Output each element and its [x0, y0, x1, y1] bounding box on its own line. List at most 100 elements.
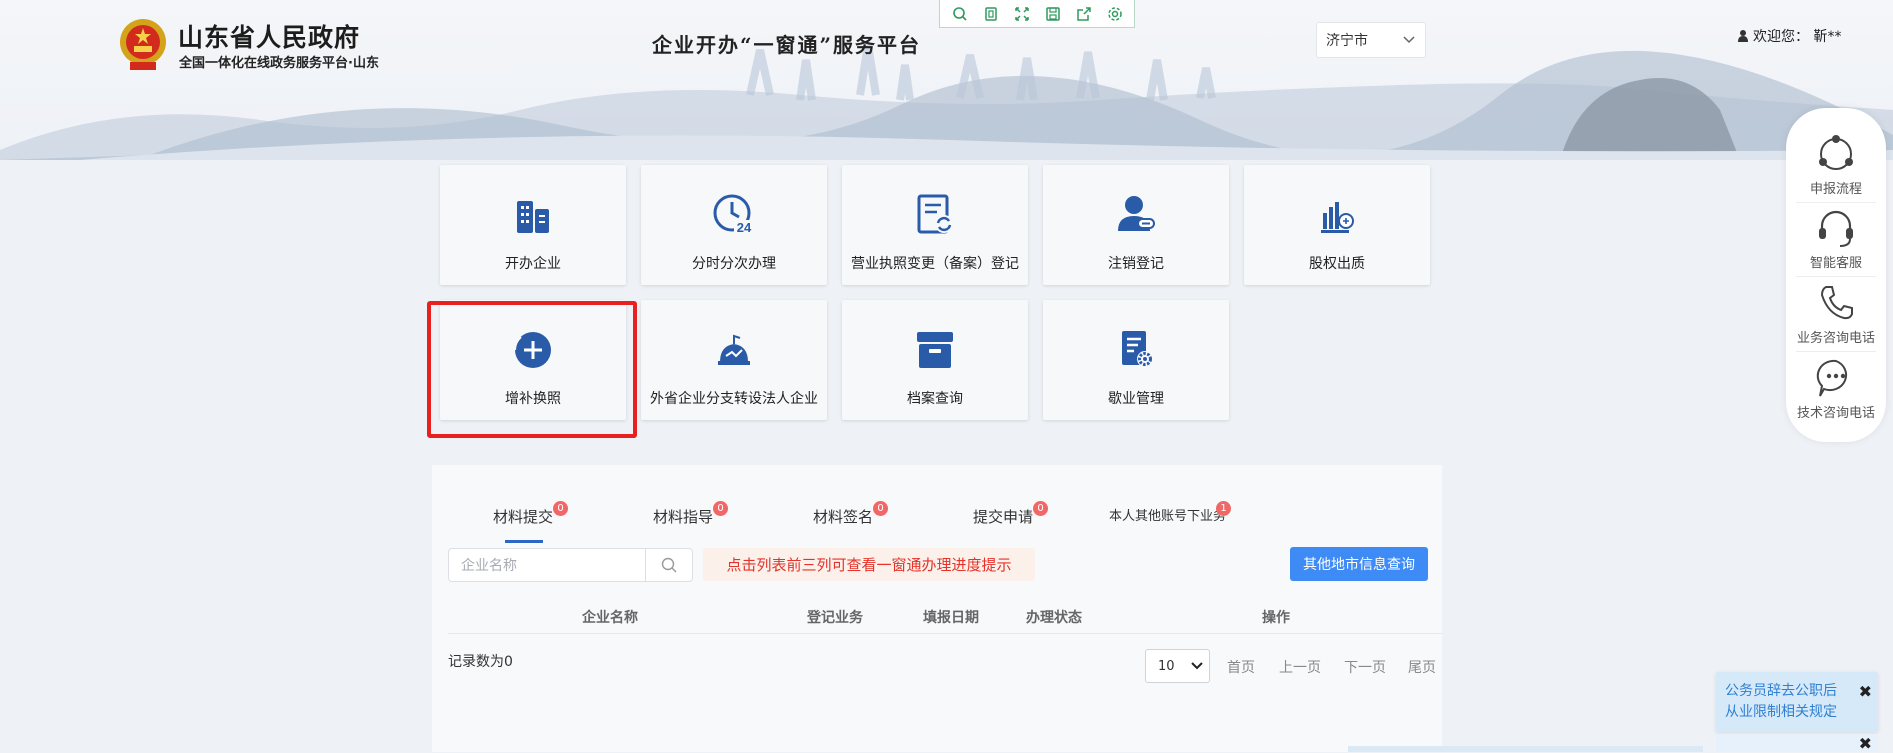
- branch-move-icon: [718, 334, 750, 365]
- search-icon[interactable]: [949, 3, 971, 25]
- chevron-down-icon: [1403, 36, 1415, 44]
- service-label: 注销登记: [1108, 256, 1164, 272]
- buildings-icon: [517, 201, 549, 233]
- document-refresh-icon: [917, 194, 953, 234]
- service-tile-license-replacement[interactable]: 增补换照: [440, 300, 626, 420]
- city-select-value: 济宁市: [1326, 33, 1368, 49]
- column-header-company: 企业名称: [582, 610, 638, 626]
- tab-label: 材料签名: [813, 508, 874, 526]
- last-page-button[interactable]: 尾页: [1408, 657, 1436, 677]
- user-icon: [1738, 30, 1748, 42]
- active-tab-indicator: [505, 540, 543, 543]
- platform-title: 企业开办“一窗通”服务平台: [652, 33, 922, 57]
- service-tile-timed-processing[interactable]: 24 分时分次办理: [641, 165, 827, 285]
- phone-icon: [1820, 286, 1853, 320]
- service-label: 分时分次办理: [692, 256, 776, 272]
- service-label: 增补换照: [505, 391, 561, 407]
- tab-badge: 0: [553, 501, 568, 516]
- service-label: 歇业管理: [1108, 391, 1164, 407]
- user-remove-icon: [1118, 196, 1155, 231]
- site-title: 山东省人民政府: [178, 23, 361, 52]
- flow-icon: [1819, 135, 1853, 170]
- chart-stamp-icon: [1321, 202, 1354, 233]
- sidebar-item-tech-hotline[interactable]: 技术咨询电话: [1786, 354, 1886, 424]
- bottom-floating-bar: [1348, 746, 1703, 752]
- column-header-business: 登记业务: [807, 610, 863, 626]
- service-label: 股权出质: [1309, 256, 1365, 272]
- service-label: 营业执照变更（备案）登记: [851, 256, 1019, 272]
- close-icon[interactable]: ✖: [1859, 734, 1872, 753]
- tab-material-sign[interactable]: 材料签名: [813, 506, 873, 527]
- sidebar-label: 业务咨询电话: [1796, 331, 1875, 346]
- welcome-user[interactable]: 欢迎您： 靳**: [1738, 26, 1841, 46]
- page-size-value: 10: [1158, 658, 1175, 674]
- fullscreen-icon[interactable]: [1011, 3, 1033, 25]
- divider: [1796, 276, 1876, 277]
- tab-material-guide[interactable]: 材料指导: [653, 506, 713, 527]
- search-icon: [661, 557, 677, 573]
- sidebar-label: 智能客服: [1809, 256, 1862, 271]
- service-tile-deregistration[interactable]: 注销登记: [1043, 165, 1229, 285]
- right-sidebar: 申报流程 智能客服 业务咨询电话 技术咨询电话: [1786, 108, 1886, 442]
- record-count: 记录数为0: [448, 654, 513, 670]
- archive-box-icon: [917, 332, 953, 368]
- svg-text:24: 24: [737, 220, 752, 235]
- other-city-query-button[interactable]: 其他地市信息查询: [1290, 547, 1428, 581]
- tab-label: 本人其他账号下业务: [1109, 509, 1227, 524]
- prev-page-button[interactable]: 上一页: [1279, 657, 1321, 677]
- table-divider: [448, 633, 1442, 634]
- welcome-text: 欢迎您： 靳**: [1753, 29, 1842, 45]
- page-size-select[interactable]: 10: [1145, 649, 1210, 683]
- national-emblem-logo: [120, 19, 166, 70]
- share-icon[interactable]: [1073, 3, 1095, 25]
- tab-label: 提交申请: [973, 508, 1034, 526]
- divider: [1796, 351, 1876, 352]
- tab-submit-application[interactable]: 提交申请: [973, 506, 1033, 527]
- save-icon[interactable]: [1042, 3, 1064, 25]
- tab-label: 材料提交: [493, 508, 554, 526]
- service-label: 档案查询: [907, 391, 963, 407]
- floating-toolbar: [939, 0, 1135, 28]
- service-tile-start-business[interactable]: 开办企业: [440, 165, 626, 285]
- sidebar-label: 技术咨询电话: [1796, 406, 1875, 421]
- notice-popup[interactable]: 公务员辞去公职后从业限制相关规定 ✖: [1716, 672, 1878, 732]
- tab-label: 材料指导: [653, 508, 714, 526]
- plus-circle-icon: [514, 332, 551, 368]
- service-label: 开办企业: [505, 256, 561, 272]
- tab-badge: 1: [1216, 501, 1231, 516]
- sidebar-label: 申报流程: [1809, 182, 1862, 197]
- clock-24-icon: 24: [713, 194, 754, 235]
- sidebar-item-process[interactable]: 申报流程: [1786, 130, 1886, 200]
- next-page-button[interactable]: 下一页: [1344, 657, 1386, 677]
- search-button[interactable]: [645, 549, 692, 581]
- service-label: 外省企业分支转设法人企业: [650, 391, 818, 407]
- site-subtitle: 全国一体化在线政务服务平台·山东: [179, 56, 379, 71]
- document-gear-icon: [1122, 331, 1153, 367]
- chat-bubble-icon: [1816, 359, 1848, 397]
- tab-badge: 0: [1033, 501, 1048, 516]
- service-tile-branch-conversion[interactable]: 外省企业分支转设法人企业: [641, 300, 827, 420]
- column-header-actions: 操作: [1262, 610, 1290, 626]
- sidebar-item-business-hotline[interactable]: 业务咨询电话: [1786, 279, 1886, 349]
- search-input[interactable]: [449, 549, 645, 581]
- settings-icon[interactable]: [1104, 3, 1126, 25]
- tab-material-submit[interactable]: 材料提交: [493, 506, 553, 527]
- close-icon[interactable]: ✖: [1859, 682, 1872, 701]
- company-search: [448, 548, 693, 582]
- column-header-date: 填报日期: [923, 610, 979, 626]
- column-header-status: 办理状态: [1026, 610, 1082, 626]
- headset-icon: [1819, 210, 1853, 247]
- sidebar-item-smart-service[interactable]: 智能客服: [1786, 204, 1886, 274]
- service-tile-suspension-management[interactable]: 歇业管理: [1043, 300, 1229, 420]
- city-select[interactable]: 济宁市: [1316, 22, 1426, 58]
- notice-text: 公务员辞去公职后从业限制相关规定: [1725, 683, 1837, 720]
- tab-other-accounts[interactable]: 本人其他账号下业务: [1109, 505, 1226, 524]
- progress-hint: 点击列表前三列可查看一窗通办理进度提示: [703, 548, 1035, 581]
- copy-icon[interactable]: [980, 3, 1002, 25]
- tab-badge: 0: [873, 501, 888, 516]
- first-page-button[interactable]: 首页: [1227, 657, 1255, 677]
- service-tile-equity-pledge[interactable]: 股权出质: [1244, 165, 1430, 285]
- notice-popup-secondary[interactable]: ✖: [1716, 734, 1878, 753]
- service-tile-license-change[interactable]: 营业执照变更（备案）登记: [842, 165, 1028, 285]
- service-tile-archive-query[interactable]: 档案查询: [842, 300, 1028, 420]
